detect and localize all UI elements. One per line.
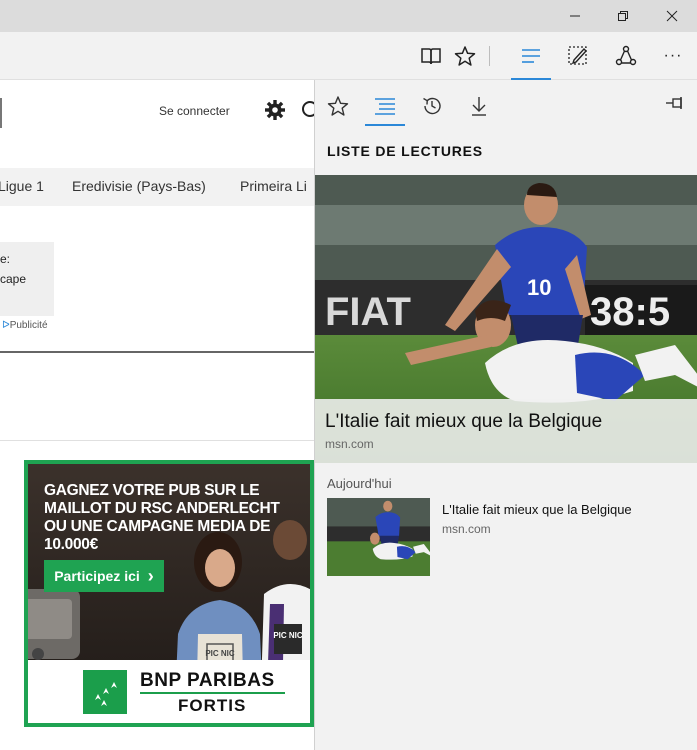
reading-list-icon (375, 98, 395, 115)
hub-title: LISTE DE LECTURES (327, 143, 483, 159)
ad-text-line: cape (0, 272, 27, 286)
restore-button[interactable] (600, 0, 646, 32)
hero-title: L'Italie fait mieux que la Belgique (325, 411, 603, 432)
close-icon (666, 10, 678, 22)
ad-label[interactable]: ᐅPublicité (2, 320, 48, 331)
favorites-star-icon (454, 46, 476, 66)
divider (0, 351, 314, 353)
nav-item-primeira[interactable]: Primeira Li (240, 178, 307, 194)
favorites-star-icon (327, 96, 349, 116)
globe-icon[interactable] (302, 101, 314, 117)
section-label-today: Aujourd'hui (327, 476, 392, 491)
gear-icon (265, 100, 285, 120)
item-thumbnail (327, 498, 430, 576)
ad-text-line: e: (0, 252, 11, 266)
restore-icon (618, 11, 628, 21)
brand-underline (140, 692, 285, 694)
minimize-button[interactable] (552, 0, 598, 32)
item-title: L'Italie fait mieux que la Belgique (442, 502, 632, 517)
brand-subname: FORTIS (178, 696, 247, 715)
more-button[interactable]: ··· (656, 40, 690, 72)
sports-nav: Ligue 1 Eredivisie (Pays-Bas) Primeira L… (0, 168, 314, 206)
share-icon (615, 45, 637, 66)
promo-banner[interactable]: PIC NIC PIC NIC GAGNEZ VOTRE PUB SUR LE … (24, 460, 314, 727)
download-icon (472, 97, 486, 116)
hero-caption: L'Italie fait mieux que la Belgique msn.… (315, 399, 697, 463)
shirt-text: PIC NIC (273, 631, 303, 640)
web-page: Se connecter Ligue 1 Eredivisie (Pays-Ba… (0, 80, 314, 750)
close-button[interactable] (649, 0, 695, 32)
hub-button[interactable] (511, 40, 551, 80)
hub-tab-reading-list[interactable] (365, 92, 405, 126)
divider (0, 440, 314, 441)
web-note-button[interactable] (561, 40, 595, 72)
ad-choices-icon: ᐅ (2, 320, 10, 331)
favorites-button[interactable] (448, 40, 482, 72)
reading-view-button[interactable] (414, 40, 448, 72)
signin-link[interactable]: Se connecter (159, 104, 230, 118)
hub-panel: LISTE DE LECTURES FIAT 38:5 10 L'Italie … (314, 80, 697, 750)
page-left-bar (0, 98, 2, 128)
toolbar-separator (489, 46, 490, 66)
chevron-right-icon: › (147, 565, 154, 586)
brand-name: BNP PARIBAS (140, 670, 275, 691)
jersey-number: 10 (527, 275, 551, 300)
reading-view-icon (421, 48, 441, 65)
pin-hub-button[interactable] (665, 94, 687, 117)
nav-item-ligue1[interactable]: Ligue 1 (0, 178, 44, 194)
ad-board-text: FIAT (325, 290, 411, 334)
participate-button[interactable]: Participez ici › (44, 560, 164, 592)
browser-toolbar: ··· (0, 32, 697, 80)
list-item[interactable]: L'Italie fait mieux que la Belgique msn.… (327, 498, 687, 578)
hub-icon (522, 49, 540, 63)
banner-headline: GAGNEZ VOTRE PUB SUR LE MAILLOT DU RSC A… (44, 482, 280, 553)
scoreboard-text: 38:5 (590, 290, 670, 334)
history-icon (423, 97, 441, 115)
more-icon: ··· (663, 47, 683, 64)
minimize-icon (570, 15, 580, 17)
share-button[interactable] (609, 40, 643, 72)
reading-list-hero-item[interactable]: FIAT 38:5 10 L'Italie fait mieux que la … (315, 175, 697, 463)
hub-tab-favorites[interactable] (321, 92, 355, 120)
window-title-bar (0, 0, 697, 32)
apron-text: PIC NIC (205, 649, 235, 658)
hub-tab-downloads[interactable] (462, 92, 496, 120)
ad-box[interactable]: e: cape (0, 242, 54, 316)
item-source: msn.com (442, 522, 491, 536)
page-header: Se connecter (0, 80, 314, 160)
banner-brand-strip: BNP PARIBAS FORTIS (28, 660, 310, 723)
pin-icon (666, 97, 682, 109)
hub-tab-history[interactable] (415, 92, 449, 120)
web-note-icon (568, 46, 587, 65)
thumbnail-image (327, 498, 430, 576)
bnp-logo (83, 670, 127, 714)
nav-item-eredivisie[interactable]: Eredivisie (Pays-Bas) (72, 178, 206, 194)
stars-logo-icon (95, 682, 117, 706)
hero-source: msn.com (325, 437, 374, 451)
settings-button[interactable] (264, 99, 286, 126)
